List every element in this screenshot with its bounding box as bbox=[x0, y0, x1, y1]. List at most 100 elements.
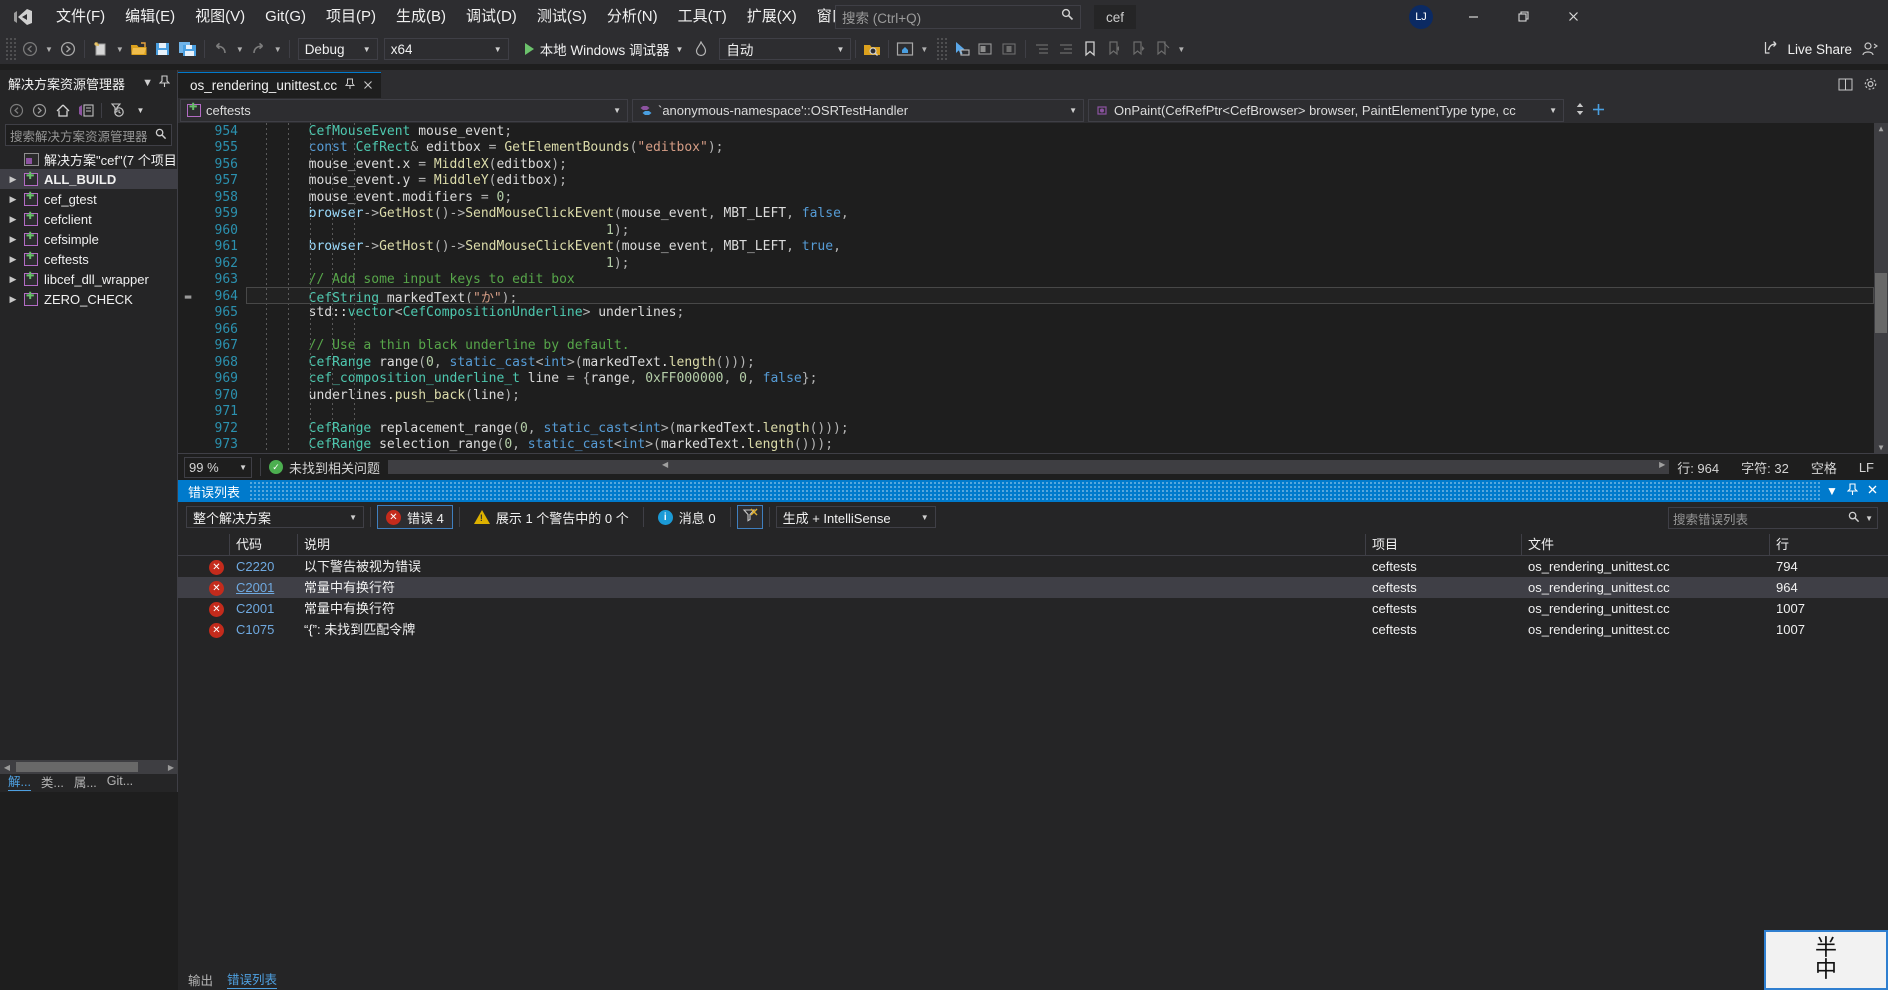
column-header-project[interactable]: 项目 bbox=[1366, 533, 1522, 556]
new-file-caret-icon[interactable]: ▼ bbox=[113, 45, 127, 54]
align-center-icon[interactable] bbox=[997, 37, 1021, 61]
editor-vertical-scrollbar[interactable]: ▲ ▼ bbox=[1874, 123, 1888, 453]
fold-margin[interactable]: ▬ bbox=[178, 290, 198, 303]
clear-filter-button[interactable] bbox=[736, 505, 763, 529]
scroll-up-icon[interactable]: ▲ bbox=[1874, 124, 1888, 133]
document-tab[interactable]: os_rendering_unittest.cc bbox=[178, 72, 382, 98]
arrow-forward-icon[interactable] bbox=[56, 37, 80, 61]
settings-gear-icon[interactable] bbox=[1863, 77, 1878, 94]
sidebar-item-cef-gtest[interactable]: ▶ cef_gtest bbox=[0, 189, 177, 209]
code-line[interactable]: 959 browser->GetHost()->SendMouseClickEv… bbox=[178, 206, 1888, 223]
add-icon[interactable] bbox=[1592, 103, 1605, 119]
indent-icon[interactable] bbox=[1054, 37, 1078, 61]
undo-caret-icon[interactable]: ▼ bbox=[233, 45, 247, 54]
chevron-down-icon[interactable]: ▼ bbox=[1865, 514, 1873, 523]
error-scope-combo[interactable]: 整个解决方案 ▼ bbox=[186, 506, 364, 528]
column-header-description[interactable]: 说明 bbox=[298, 533, 1366, 556]
scroll-down-icon[interactable]: ▼ bbox=[1874, 443, 1888, 452]
nav-updown-icon[interactable] bbox=[1574, 102, 1586, 119]
twisty-icon[interactable]: ▶ bbox=[4, 254, 22, 265]
error-code-cell[interactable]: C2001 bbox=[230, 598, 298, 619]
menu-tools[interactable]: 工具(T) bbox=[668, 3, 737, 31]
error-code-cell[interactable]: C2220 bbox=[230, 556, 298, 577]
undo-icon[interactable] bbox=[209, 37, 233, 61]
search-folder-icon[interactable] bbox=[860, 37, 884, 61]
menu-test[interactable]: 测试(S) bbox=[527, 3, 597, 31]
toolbar-grip[interactable] bbox=[6, 38, 16, 60]
pin-icon[interactable] bbox=[345, 78, 356, 93]
quick-search-box[interactable]: 搜索 (Ctrl+Q) bbox=[835, 5, 1081, 29]
column-header-line[interactable]: 行 bbox=[1770, 534, 1880, 556]
back-dropdown-caret-icon[interactable]: ▼ bbox=[42, 45, 56, 54]
table-row[interactable]: ✕ C2220 以下警告被视为错误 ceftests os_rendering_unit… bbox=[178, 556, 1888, 577]
sidebar-item-cefsimple[interactable]: ▶ cefsimple bbox=[0, 229, 177, 249]
new-file-icon[interactable] bbox=[89, 37, 113, 61]
twisty-icon[interactable]: ▶ bbox=[4, 194, 22, 205]
code-line[interactable]: 972 CefRange replacement_range(0, static… bbox=[178, 420, 1888, 437]
chevron-down-icon[interactable]: ▼ bbox=[139, 77, 156, 89]
solution-root-row[interactable]: 解决方案"cef"(7 个项目 bbox=[0, 149, 177, 169]
sidebar-item-zero-check[interactable]: ▶ ZERO_CHECK bbox=[0, 289, 177, 309]
nav-forward-icon[interactable] bbox=[29, 100, 50, 121]
code-line[interactable]: 967 // Use a thin black underline by def… bbox=[178, 338, 1888, 355]
menu-edit[interactable]: 编辑(E) bbox=[115, 3, 185, 31]
menu-extensions[interactable]: 扩展(X) bbox=[737, 3, 807, 31]
restore-icon[interactable] bbox=[1500, 0, 1546, 32]
close-icon[interactable] bbox=[1550, 0, 1596, 32]
column-header-code[interactable]: 代码 bbox=[230, 533, 298, 556]
next-bookmark-icon[interactable] bbox=[1126, 37, 1150, 61]
code-line[interactable]: 962 1); bbox=[178, 255, 1888, 272]
code-line[interactable]: 969 cef_composition_underline_t line = {… bbox=[178, 371, 1888, 388]
minimize-icon[interactable] bbox=[1450, 0, 1496, 32]
account-icon[interactable] bbox=[1858, 37, 1882, 61]
code-line[interactable]: 961 browser->GetHost()->SendMouseClickEv… bbox=[178, 239, 1888, 256]
warnings-filter-button[interactable]: 展示 1 个警告中的 0 个 bbox=[466, 505, 637, 529]
menu-file[interactable]: 文件(F) bbox=[46, 3, 115, 31]
table-row[interactable]: ✕ C2001 常量中有换行符 ceftests os_rendering_unitte… bbox=[178, 577, 1888, 598]
float-window-icon[interactable]: ▼ bbox=[1822, 484, 1842, 498]
pin-icon[interactable] bbox=[156, 75, 173, 91]
clear-bookmark-icon[interactable] bbox=[1150, 37, 1174, 61]
tab-class-view[interactable]: 类... bbox=[41, 772, 64, 791]
sidebar-item-ceftests[interactable]: ▶ ceftests bbox=[0, 249, 177, 269]
redo-caret-icon[interactable]: ▼ bbox=[271, 45, 285, 54]
code-line[interactable]: 956 mouse_event.x = MiddleX(editbox); bbox=[178, 156, 1888, 173]
error-code-cell[interactable]: C1075 bbox=[230, 619, 298, 640]
prev-bookmark-icon[interactable] bbox=[1102, 37, 1126, 61]
scroll-right-icon[interactable]: ▶ bbox=[1655, 460, 1669, 469]
align-right-icon[interactable] bbox=[1030, 37, 1054, 61]
error-code-cell[interactable]: C2001 bbox=[230, 577, 298, 598]
save-all-icon[interactable] bbox=[175, 37, 200, 61]
pending-changes-filter-icon[interactable] bbox=[107, 100, 128, 121]
twisty-icon[interactable]: ▶ bbox=[4, 274, 22, 285]
home-window-caret-icon[interactable]: ▼ bbox=[917, 45, 931, 54]
code-line[interactable]: 955 const CefRect& editbox = GetElementB… bbox=[178, 140, 1888, 157]
errors-filter-button[interactable]: ✕ 错误 4 bbox=[377, 505, 453, 529]
bookmark-icon[interactable] bbox=[1078, 37, 1102, 61]
open-folder-icon[interactable] bbox=[127, 37, 151, 61]
navbar-project-combo[interactable]: ceftests ▼ bbox=[180, 99, 628, 122]
redo-icon[interactable] bbox=[247, 37, 271, 61]
solution-search-box[interactable]: 搜索解决方案资源管理器 bbox=[5, 124, 172, 146]
twisty-icon[interactable]: ▶ bbox=[4, 234, 22, 245]
start-debug-button[interactable]: 本地 Windows 调试器 ▼ bbox=[519, 37, 690, 61]
code-line[interactable]: 963 // Add some input keys to edit box bbox=[178, 272, 1888, 289]
code-line[interactable]: 957 mouse_event.y = MiddleY(editbox); bbox=[178, 173, 1888, 190]
code-line[interactable]: 973 CefRange selection_range(0, static_c… bbox=[178, 437, 1888, 454]
menu-git[interactable]: Git(G) bbox=[255, 3, 316, 31]
refresh-icon[interactable]: ▼ bbox=[130, 100, 151, 121]
twisty-icon[interactable]: ▶ bbox=[4, 294, 22, 305]
menu-view[interactable]: 视图(V) bbox=[185, 3, 255, 31]
arrow-back-icon[interactable] bbox=[18, 37, 42, 61]
scroll-left-icon[interactable]: ◀ bbox=[658, 460, 672, 469]
platform-combo[interactable]: x64 ▼ bbox=[383, 38, 509, 60]
error-list-titlebar[interactable]: 错误列表 ▼ bbox=[178, 480, 1888, 502]
code-line[interactable]: 970 underlines.push_back(line); bbox=[178, 387, 1888, 404]
toolbar-grip[interactable] bbox=[937, 38, 948, 60]
pin-icon[interactable] bbox=[1842, 483, 1862, 499]
table-row[interactable]: ✕ C1075 “{”: 未找到匹配令牌 ceftests os_rendering_u… bbox=[178, 619, 1888, 640]
hot-reload-icon[interactable] bbox=[689, 37, 713, 61]
table-row[interactable]: ✕ C2001 常量中有换行符 ceftests os_rendering_unitte… bbox=[178, 598, 1888, 619]
attach-target-combo[interactable]: 自动 ▼ bbox=[719, 38, 852, 60]
column-header-file[interactable]: 文件 bbox=[1522, 533, 1770, 556]
